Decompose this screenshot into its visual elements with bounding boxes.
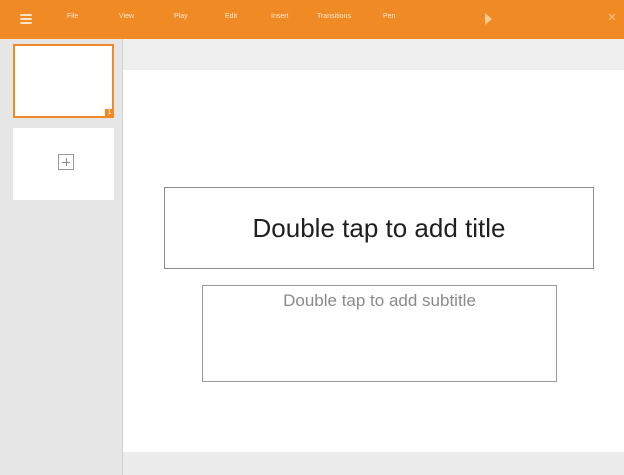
menu-insert[interactable]: Insert: [271, 13, 289, 20]
top-toolbar: File View Play Edit Insert Transitions P…: [0, 0, 624, 39]
hamburger-menu-icon[interactable]: [20, 14, 32, 24]
canvas-top-margin: [123, 39, 624, 70]
menu-view[interactable]: View: [119, 13, 134, 20]
title-placeholder[interactable]: Double tap to add title: [164, 187, 594, 269]
add-slide-button[interactable]: [13, 128, 114, 200]
canvas-bottom-margin: [123, 452, 624, 475]
menu-pen[interactable]: Pen: [383, 13, 395, 20]
menu-play[interactable]: Play: [174, 13, 188, 20]
menu-edit[interactable]: Edit: [225, 13, 237, 20]
slide-thumbnail-1[interactable]: 1: [13, 44, 114, 118]
slide-panel: 1: [0, 39, 123, 475]
menu-file[interactable]: File: [67, 13, 78, 20]
subtitle-placeholder[interactable]: Double tap to add subtitle: [202, 285, 557, 382]
add-slide-icon: [58, 154, 74, 170]
play-icon[interactable]: [485, 13, 492, 25]
close-icon[interactable]: ✕: [606, 12, 618, 24]
menu-transitions[interactable]: Transitions: [317, 13, 351, 20]
slide-number-badge: 1: [105, 109, 114, 118]
